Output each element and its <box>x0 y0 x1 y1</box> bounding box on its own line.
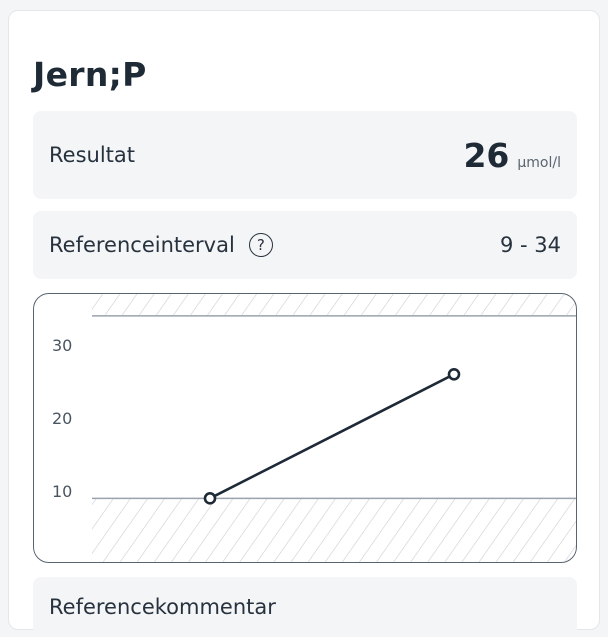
lower-out-of-range-zone <box>92 498 576 562</box>
result-number: 26 <box>463 135 510 175</box>
result-point <box>447 367 461 381</box>
y-tick-label: 20 <box>52 409 72 428</box>
result-label: Resultat <box>49 143 135 167</box>
result-unit: µmol/l <box>517 154 561 171</box>
y-tick-label: 10 <box>52 482 72 501</box>
reference-comment-row[interactable]: Referencekommentar <box>33 577 577 637</box>
chart-svg: 10 20 30 <box>52 294 576 562</box>
result-chart: 10 20 30 <box>33 293 577 563</box>
reference-label: Referenceinterval <box>49 233 235 257</box>
question-circle-icon[interactable]: ? <box>248 233 273 257</box>
result-value: 26 µmol/l <box>463 136 561 175</box>
upper-out-of-range-zone <box>92 294 576 316</box>
test-title: Jern;P <box>33 55 147 94</box>
reference-label-group: Referenceinterval ? <box>49 233 273 257</box>
reference-comment-label: Referencekommentar <box>49 595 276 619</box>
result-row: Resultat 26 µmol/l <box>33 111 577 199</box>
result-point <box>203 492 217 505</box>
test-result-card: Jern;P Resultat 26 µmol/l Referenceinter… <box>8 10 600 637</box>
result-trend-line <box>208 372 456 500</box>
reference-value: 9 - 34 <box>499 233 561 257</box>
reference-row: Referenceinterval ? 9 - 34 <box>33 211 577 279</box>
y-tick-label: 30 <box>52 336 72 355</box>
